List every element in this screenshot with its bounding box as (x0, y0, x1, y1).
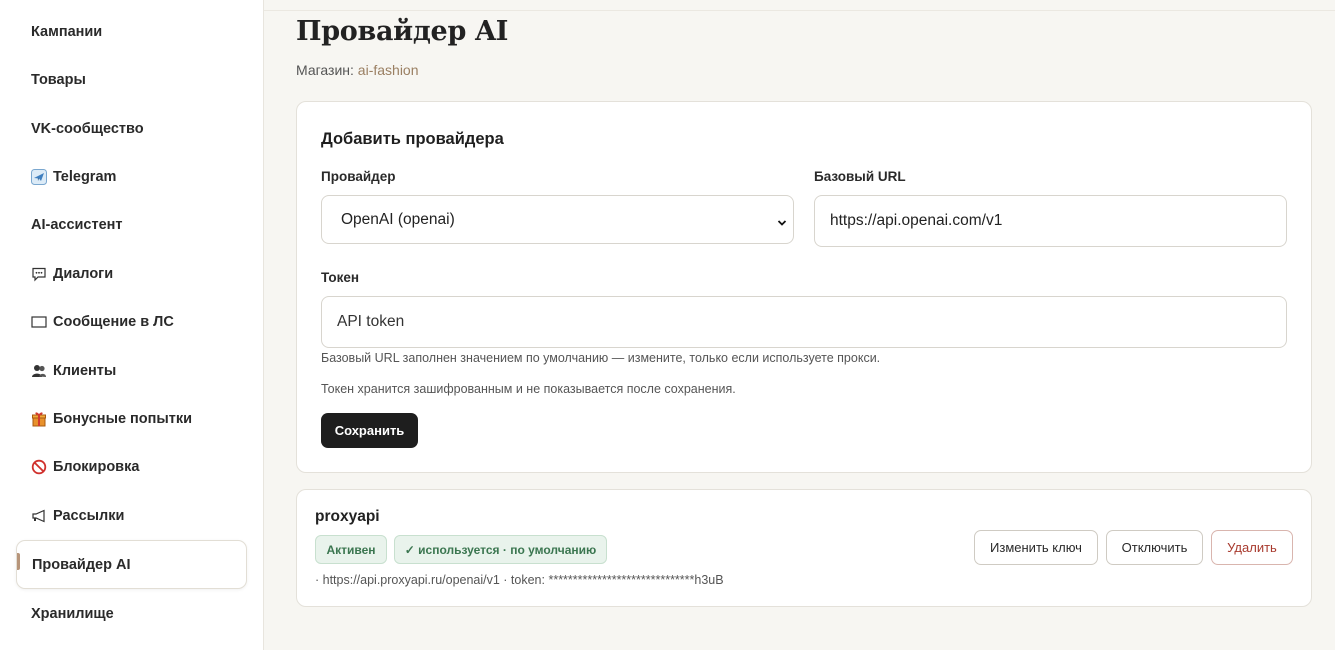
sidebar-item-blocking[interactable]: Блокировка (16, 447, 247, 487)
change-key-button[interactable]: Изменить ключ (974, 530, 1098, 565)
provider-name: proxyapi (315, 508, 380, 525)
sidebar-item-ai-assistant[interactable]: AI-ассистент (16, 205, 247, 245)
sidebar-item-mailings[interactable]: Рассылки (16, 496, 247, 536)
provider-select-value: OpenAI (openai) (341, 210, 455, 228)
sidebar-item-products[interactable]: Товары (16, 60, 247, 100)
delete-button[interactable]: Удалить (1211, 530, 1293, 565)
save-button[interactable]: Сохранить (321, 413, 418, 448)
sidebar-item-direct-message[interactable]: Сообщение в ЛС (16, 302, 247, 342)
provider-meta: · https://api.proxyapi.ru/openai/v1 · to… (315, 573, 724, 587)
sidebar-item-label: Telegram (53, 169, 117, 185)
sidebar-item-label: Товары (31, 72, 86, 88)
sidebar-item-label: Диалоги (53, 266, 114, 282)
base-url-hint: Базовый URL заполнен значением по умолча… (321, 351, 881, 365)
gift-icon (31, 411, 47, 427)
token-hint: Токен хранится зашифрованным и не показы… (321, 382, 736, 396)
default-badge: ✓ используется · по умолчанию (394, 535, 607, 564)
sidebar: Кампании Товары VK-сообщество Telegram A… (0, 0, 264, 650)
megaphone-icon (31, 508, 47, 524)
sidebar-item-storage[interactable]: Хранилище (16, 594, 247, 634)
sidebar-item-label: Провайдер AI (32, 556, 131, 573)
users-icon (31, 363, 47, 379)
sidebar-item-label: Клиенты (53, 363, 117, 379)
sidebar-item-label: Хранилище (31, 606, 114, 622)
status-badge: Активен (315, 535, 387, 564)
store-subtitle: Магазин: ai-fashion (296, 62, 419, 78)
provider-card: proxyapi Активен ✓ используется · по умо… (296, 489, 1312, 607)
sidebar-item-ai-provider[interactable]: Провайдер AI (16, 540, 247, 589)
store-name: ai-fashion (357, 62, 419, 78)
provider-select[interactable]: OpenAI (openai) (321, 195, 794, 244)
sidebar-item-bonus-attempts[interactable]: Бонусные попытки (16, 399, 247, 439)
store-label: Магазин: (296, 62, 354, 78)
sidebar-item-label: AI-ассистент (31, 217, 123, 233)
base-url-label: Базовый URL (814, 169, 906, 184)
sidebar-item-label: Рассылки (53, 508, 125, 524)
add-provider-card: Добавить провайдера Провайдер OpenAI (op… (296, 101, 1312, 473)
provider-label: Провайдер (321, 169, 396, 184)
base-url-value: https://api.openai.com/v1 (830, 212, 1003, 229)
sidebar-item-label: Блокировка (53, 459, 140, 475)
prohibited-icon (31, 459, 47, 475)
sidebar-item-campaigns[interactable]: Кампании (16, 12, 247, 52)
sidebar-item-telegram[interactable]: Telegram (16, 157, 247, 197)
page-title: Провайдер AI (296, 16, 509, 47)
chevron-down-icon (777, 215, 787, 226)
token-label: Токен (321, 270, 360, 285)
sidebar-item-label: Бонусные попытки (53, 411, 193, 427)
token-input[interactable]: API token (321, 296, 1287, 348)
base-url-input[interactable]: https://api.openai.com/v1 (814, 195, 1287, 247)
disable-button[interactable]: Отключить (1106, 530, 1203, 565)
envelope-icon (31, 314, 47, 330)
airplane-icon (31, 169, 47, 185)
sidebar-item-vk-community[interactable]: VK-сообщество (16, 109, 247, 149)
token-placeholder: API token (337, 313, 405, 330)
top-divider (264, 10, 1335, 11)
sidebar-item-dialogs[interactable]: Диалоги (16, 254, 247, 294)
add-provider-title: Добавить провайдера (321, 130, 504, 148)
speech-bubble-icon (31, 266, 47, 282)
sidebar-item-label: Кампании (31, 24, 103, 40)
sidebar-item-clients[interactable]: Клиенты (16, 351, 247, 391)
sidebar-item-label: VK-сообщество (31, 121, 144, 137)
sidebar-item-label: Сообщение в ЛС (53, 314, 174, 330)
